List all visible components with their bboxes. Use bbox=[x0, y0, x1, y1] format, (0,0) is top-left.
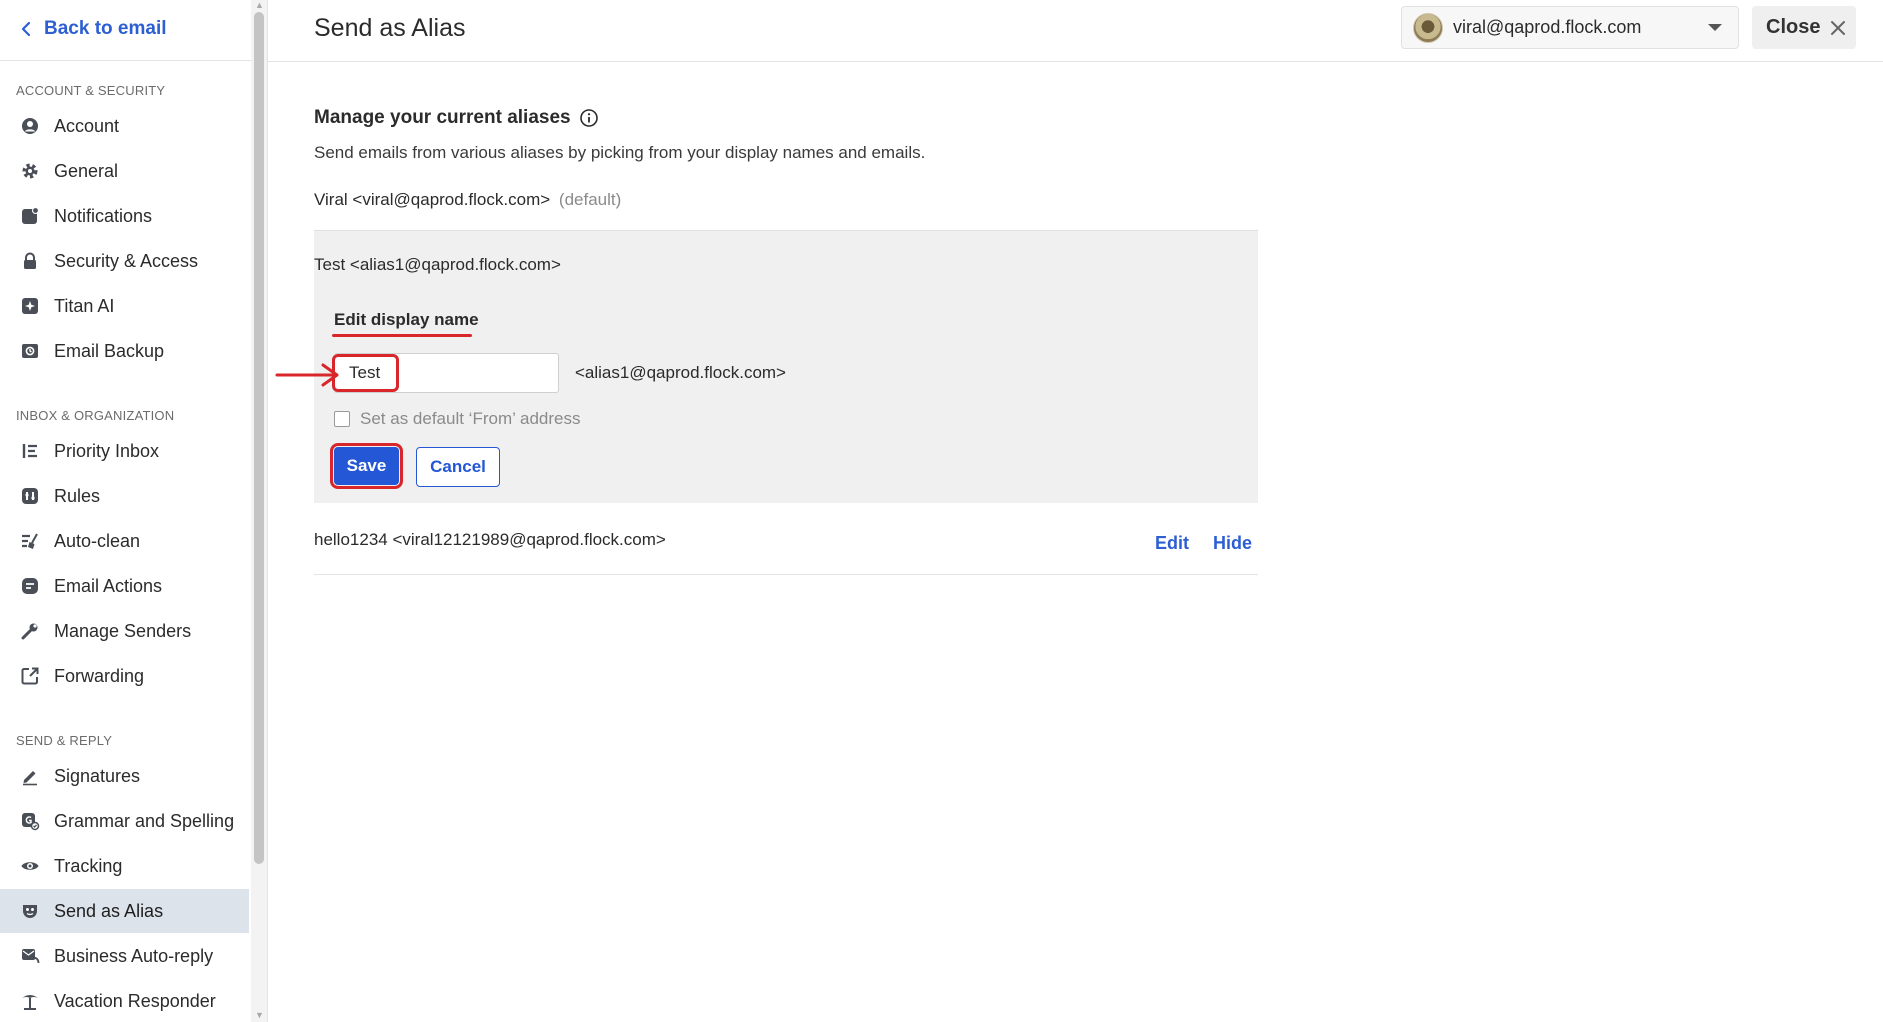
user-circle-icon bbox=[20, 116, 40, 136]
close-button[interactable]: Close bbox=[1752, 6, 1856, 49]
sidebar-item-label: Vacation Responder bbox=[54, 990, 216, 1011]
scroll-up-arrow-icon[interactable]: ▲ bbox=[255, 1, 264, 10]
sidebar-item-label: General bbox=[54, 160, 119, 181]
default-from-checkbox[interactable] bbox=[334, 411, 350, 427]
sidebar-item-label: Priority Inbox bbox=[54, 440, 160, 461]
section-description: Send emails from various aliases by pick… bbox=[314, 143, 926, 162]
pen-icon bbox=[20, 766, 40, 786]
sidebar-item-rules[interactable]: Rules bbox=[0, 474, 249, 518]
default-from-checkbox-label: Set as default ‘From’ address bbox=[360, 409, 581, 428]
sidebar-item-notifications[interactable]: Notifications bbox=[0, 194, 249, 238]
alias-row: hello1234 <viral12121989@qaprod.flock.co… bbox=[314, 503, 1258, 575]
alias-edit-panel: Test <alias1@qaprod.flock.com> Edit disp… bbox=[314, 230, 1258, 503]
sidebar-item-account[interactable]: Account bbox=[0, 104, 249, 148]
sidebar-item-label: Manage Senders bbox=[54, 620, 192, 641]
chevron-left-icon bbox=[21, 21, 31, 37]
save-button[interactable]: Save bbox=[330, 443, 403, 489]
avatar bbox=[1413, 12, 1443, 43]
chevron-down-icon bbox=[1708, 24, 1722, 31]
sidebar-item-label: Auto-clean bbox=[54, 530, 141, 551]
settings-sidebar: Back to email ACCOUNT & SECURITY Account… bbox=[0, 0, 268, 1022]
priority-list-icon bbox=[20, 441, 40, 461]
email-actions-icon bbox=[20, 576, 40, 596]
sidebar-item-label: Security & Access bbox=[54, 250, 199, 271]
sidebar-item-send-as-alias[interactable]: Send as Alias bbox=[0, 889, 249, 933]
wrench-icon bbox=[20, 621, 40, 641]
sidebar-item-email-actions[interactable]: Email Actions bbox=[0, 564, 249, 608]
sidebar-item-label: Send as Alias bbox=[54, 900, 164, 921]
sidebar-item-titan-ai[interactable]: Titan AI bbox=[0, 284, 249, 328]
page-header: Send as Alias viral@qaprod.flock.com Clo… bbox=[268, 0, 1883, 62]
sidebar-item-label: Titan AI bbox=[54, 295, 115, 316]
sidebar-item-label: Business Auto-reply bbox=[54, 945, 214, 966]
sidebar-item-vacation-responder[interactable]: Vacation Responder bbox=[0, 979, 249, 1022]
grammar-check-icon bbox=[20, 811, 40, 831]
sidebar-item-label: Signatures bbox=[54, 765, 141, 786]
sidebar-item-security-access[interactable]: Security & Access bbox=[0, 239, 249, 283]
section-header-inbox-organization: INBOX & ORGANIZATION bbox=[16, 408, 175, 423]
cancel-button[interactable]: Cancel bbox=[416, 447, 500, 487]
info-icon[interactable] bbox=[579, 108, 599, 128]
annotation-arrow-icon bbox=[275, 363, 339, 387]
sidebar-item-auto-clean[interactable]: Auto-clean bbox=[0, 519, 249, 563]
scrollbar-thumb[interactable] bbox=[254, 12, 264, 864]
sidebar-item-label: Email Actions bbox=[54, 575, 163, 596]
page-title: Send as Alias bbox=[314, 14, 466, 42]
rules-icon bbox=[20, 486, 40, 506]
ai-sparkle-icon bbox=[20, 296, 40, 316]
notification-icon bbox=[20, 206, 40, 226]
section-title: Manage your current aliases bbox=[314, 107, 599, 129]
sidebar-item-forwarding[interactable]: Forwarding bbox=[0, 654, 249, 698]
account-email: viral@qaprod.flock.com bbox=[1453, 17, 1642, 37]
close-label: Close bbox=[1766, 16, 1821, 38]
sidebar-item-label: Tracking bbox=[54, 855, 123, 876]
hide-alias-link[interactable]: Hide bbox=[1213, 533, 1252, 554]
sidebar-item-label: Forwarding bbox=[54, 665, 145, 686]
sidebar-item-general[interactable]: General bbox=[0, 149, 249, 193]
lock-icon bbox=[20, 251, 40, 271]
auto-reply-icon bbox=[20, 946, 40, 966]
section-header-send-reply: SEND & REPLY bbox=[16, 733, 113, 748]
sidebar-item-label: Email Backup bbox=[54, 340, 165, 361]
section-title-text: Manage your current aliases bbox=[314, 107, 571, 128]
forward-icon bbox=[20, 666, 40, 686]
default-alias-row: Viral <viral@qaprod.flock.com> (default) bbox=[314, 190, 621, 210]
gear-icon bbox=[20, 161, 40, 181]
alias-mask-icon bbox=[20, 901, 40, 921]
edit-display-name-label: Edit display name bbox=[334, 310, 479, 329]
sidebar-item-tracking[interactable]: Tracking bbox=[0, 844, 249, 888]
sidebar-item-label: Account bbox=[54, 115, 120, 136]
sidebar-item-label: Grammar and Spelling bbox=[54, 810, 235, 831]
main-content: Manage your current aliases Send emails … bbox=[268, 62, 1883, 1022]
close-icon bbox=[1831, 20, 1846, 35]
default-from-checkbox-row[interactable]: Set as default ‘From’ address bbox=[334, 409, 580, 429]
palm-tree-icon bbox=[20, 991, 40, 1011]
annotation-underline bbox=[332, 334, 472, 337]
sidebar-item-signatures[interactable]: Signatures bbox=[0, 754, 249, 798]
eye-icon bbox=[20, 856, 40, 876]
sidebar-divider bbox=[0, 60, 252, 61]
back-to-email-label: Back to email bbox=[44, 18, 167, 39]
back-to-email-link[interactable]: Back to email bbox=[18, 14, 167, 44]
backup-icon bbox=[20, 341, 40, 361]
edit-alias-link[interactable]: Edit bbox=[1155, 533, 1189, 554]
section-header-account-security: ACCOUNT & SECURITY bbox=[16, 83, 166, 98]
default-alias-text: Viral <viral@qaprod.flock.com> bbox=[314, 190, 551, 209]
scroll-down-arrow-icon[interactable]: ▼ bbox=[255, 1011, 264, 1020]
sidebar-item-label: Notifications bbox=[54, 205, 153, 226]
sidebar-scrollbar[interactable]: ▲ ▼ bbox=[251, 0, 267, 1022]
default-tag: (default) bbox=[558, 190, 622, 209]
auto-clean-icon bbox=[20, 531, 40, 551]
sidebar-item-email-backup[interactable]: Email Backup bbox=[0, 329, 249, 373]
sidebar-item-business-auto-reply[interactable]: Business Auto-reply bbox=[0, 934, 249, 978]
sidebar-item-grammar-spelling[interactable]: Grammar and Spelling bbox=[0, 799, 249, 843]
sidebar-item-manage-senders[interactable]: Manage Senders bbox=[0, 609, 249, 653]
editing-alias-title: Test <alias1@qaprod.flock.com> bbox=[314, 255, 561, 274]
alias-row-text: hello1234 <viral12121989@qaprod.flock.co… bbox=[314, 530, 666, 549]
display-name-input[interactable] bbox=[334, 353, 559, 393]
sidebar-item-priority-inbox[interactable]: Priority Inbox bbox=[0, 429, 249, 473]
sidebar-item-label: Rules bbox=[54, 485, 101, 506]
account-selector[interactable]: viral@qaprod.flock.com bbox=[1401, 6, 1739, 49]
alias-address-suffix: <alias1@qaprod.flock.com> bbox=[575, 363, 786, 382]
